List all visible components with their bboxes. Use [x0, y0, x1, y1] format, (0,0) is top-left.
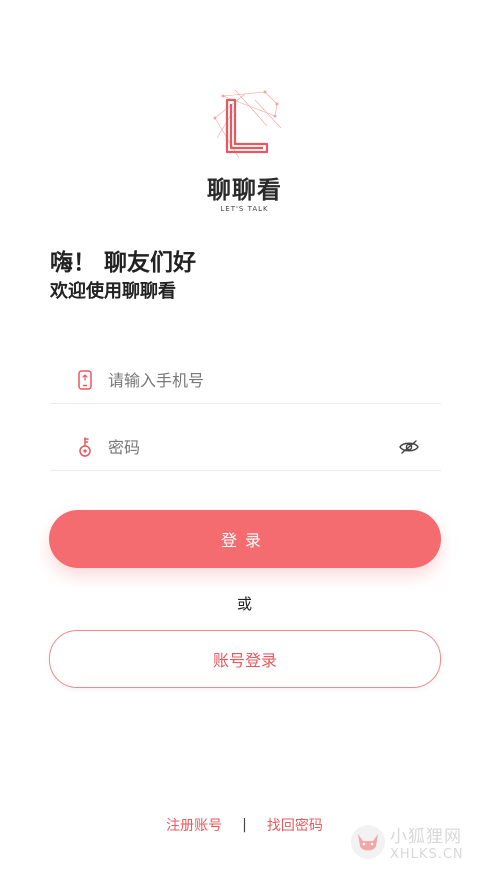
password-field-row: [50, 424, 441, 471]
welcome-subheading: 欢迎使用聊聊看: [50, 281, 176, 302]
eye-off-icon[interactable]: [397, 436, 421, 458]
watermark: 小狐狸网 XHLKS.CN: [350, 822, 464, 862]
or-divider-text: 或: [236, 595, 252, 613]
watermark-name: 小狐狸网: [390, 827, 462, 847]
register-link[interactable]: 注册账号: [166, 815, 222, 835]
phone-icon: [74, 369, 96, 391]
app-logo: 聊聊看 LET'S TALK: [0, 88, 489, 213]
password-input[interactable]: [106, 436, 397, 458]
phone-input[interactable]: [106, 369, 441, 391]
app-logo-tagline: LET'S TALK: [220, 205, 269, 213]
recover-password-link[interactable]: 找回密码: [267, 815, 323, 835]
app-logo-mark-icon: [213, 89, 281, 159]
phone-field-row: [50, 357, 441, 404]
key-icon: [74, 436, 96, 458]
greeting-heading: 嗨！ 聊友们好: [50, 250, 197, 276]
login-button[interactable]: 登录: [49, 510, 441, 568]
account-login-button[interactable]: 账号登录: [49, 630, 441, 688]
footer-separator: |: [242, 817, 247, 833]
app-logo-title: 聊聊看: [207, 175, 282, 204]
fox-logo-icon: [351, 825, 385, 859]
watermark-domain: XHLKS.CN: [390, 847, 464, 862]
